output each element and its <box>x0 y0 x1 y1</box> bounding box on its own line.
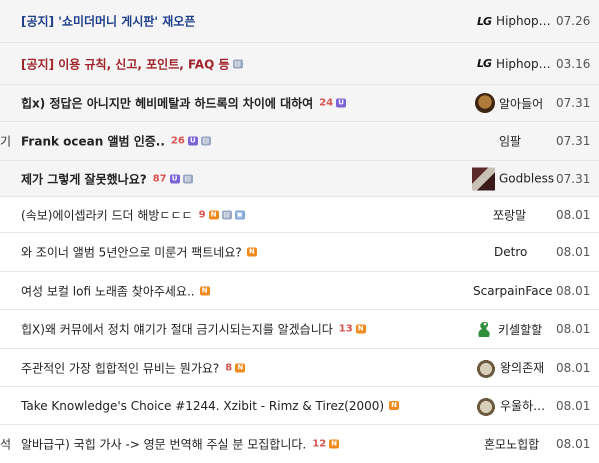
post-category: 기 <box>0 134 12 149</box>
author[interactable]: 임팔 <box>499 133 521 150</box>
post-row[interactable]: 힙X)왜 커뮤에서 정치 얘기가 절대 금기시되는지를 알겠습니다 13 N 키… <box>0 310 599 349</box>
comment-count[interactable]: 87 <box>153 173 167 184</box>
notice-row[interactable]: [공지] '쇼미더머니 게시판' 재오픈 LG Hiphop… 07.26 <box>0 0 599 43</box>
post-date: 08.01 <box>556 437 591 451</box>
file-attachment-icon: ▤ <box>232 59 243 68</box>
new-badge-icon: N <box>208 210 219 219</box>
lg-logo-icon: LG <box>477 14 492 28</box>
post-title[interactable]: 알바급구) 국힙 가사 -> 영문 번역해 주실 분 모집합니다. 12 N <box>21 436 340 453</box>
post-date: 07.31 <box>556 134 591 148</box>
post-row[interactable]: (속보)에이셉라키 드더 해방ㄷㄷㄷ 9 N ▤ ▣ 쪼랑말 08.01 <box>0 197 599 233</box>
post-list: [공지] '쇼미더머니 게시판' 재오픈 LG Hiphop… 07.26 [공… <box>0 0 599 463</box>
lg-logo-icon: LG <box>477 57 492 70</box>
new-badge-icon: N <box>329 439 340 449</box>
post-date: 07.31 <box>556 96 591 110</box>
comment-count[interactable]: 8 <box>225 362 232 373</box>
post-row[interactable]: 석 알바급구) 국힙 가사 -> 영문 번역해 주실 분 모집합니다. 12 N… <box>0 425 599 463</box>
author-name[interactable]: 키셀할할 <box>498 321 542 338</box>
author[interactable]: 키셀할할 <box>474 319 542 339</box>
author-name[interactable]: Hiphop… <box>496 57 551 71</box>
post-date: 08.01 <box>556 283 591 298</box>
author[interactable]: 왕의존재 <box>476 357 544 378</box>
updated-badge-icon: U <box>169 174 180 183</box>
comment-count[interactable]: 24 <box>319 98 333 109</box>
notice-row[interactable]: [공지] 이용 규칙, 신고, 포인트, FAQ 등 ▤ LG Hiphop… … <box>0 43 599 85</box>
post-title[interactable]: 제가 그렇게 잘못했나요? 87 U ▤ <box>21 170 193 187</box>
author[interactable]: Godbless <box>472 167 554 190</box>
author-name[interactable]: 쪼랑말 <box>493 206 526 223</box>
post-category: 석 <box>0 437 12 452</box>
post-row[interactable]: 와 조이너 앨범 5년안으로 미룬거 팩트네요? N Detro 08.01 <box>0 233 599 272</box>
new-badge-icon: N <box>199 286 210 295</box>
author[interactable]: LG Hiphop… <box>477 14 551 28</box>
post-title[interactable]: (속보)에이셉라키 드더 해방ㄷㄷㄷ 9 N ▤ ▣ <box>21 206 245 223</box>
file-attachment-icon: ▤ <box>182 174 193 183</box>
author[interactable]: ScarpainFace <box>473 284 553 298</box>
comment-count[interactable]: 26 <box>171 136 185 147</box>
author[interactable]: 우울하… <box>476 395 545 416</box>
post-title[interactable]: 힙X)왜 커뮤에서 정치 얘기가 절대 금기시되는지를 알겠습니다 13 N <box>21 321 366 338</box>
author-name[interactable]: 알아들어 <box>499 95 543 112</box>
avatar <box>472 167 495 190</box>
post-title[interactable]: [공지] 이용 규칙, 신고, 포인트, FAQ 등 ▤ <box>21 55 243 72</box>
comment-count[interactable]: 12 <box>312 439 326 450</box>
post-title[interactable]: Frank ocean 앨범 인증.. 26 U ▤ <box>21 133 211 150</box>
author-name[interactable]: 우울하… <box>500 397 545 414</box>
author-name[interactable]: 왕의존재 <box>500 359 544 376</box>
post-row[interactable]: Take Knowledge's Choice #1244. Xzibit - … <box>0 387 599 425</box>
post-title[interactable]: 힙x) 정답은 아니지만 헤비메탈과 하드록의 차이에 대하여 24 U <box>21 95 347 112</box>
post-row[interactable]: 제가 그렇게 잘못했나요? 87 U ▤ Godbless 07.31 <box>0 161 599 197</box>
author[interactable]: LG Hiphop… <box>477 57 551 71</box>
post-row[interactable]: 여성 보컬 lofi 노래좀 찾아주세요.. N ScarpainFace 08… <box>0 272 599 310</box>
post-date: 03.16 <box>556 56 591 71</box>
post-date: 08.01 <box>556 245 591 259</box>
new-badge-icon: N <box>355 324 366 334</box>
updated-badge-icon: U <box>336 98 347 108</box>
post-date: 08.01 <box>556 207 591 222</box>
avatar <box>476 395 496 416</box>
updated-badge-icon: U <box>187 136 198 146</box>
post-title[interactable]: 여성 보컬 lofi 노래좀 찾아주세요.. N <box>21 282 210 299</box>
new-badge-icon: N <box>246 247 257 257</box>
author-name[interactable]: 혼모노힙합 <box>484 436 539 453</box>
avatar <box>476 357 496 378</box>
post-row[interactable]: 기 Frank ocean 앨범 인증.. 26 U ▤ 임팔 07.31 <box>0 122 599 161</box>
post-title[interactable]: Take Knowledge's Choice #1244. Xzibit - … <box>21 399 400 413</box>
image-attachment-icon: ▣ <box>234 210 245 219</box>
post-title[interactable]: [공지] '쇼미더머니 게시판' 재오픈 <box>21 13 195 30</box>
author[interactable]: 쪼랑말 <box>493 206 526 223</box>
comment-count[interactable]: 9 <box>199 209 206 220</box>
comment-count[interactable]: 13 <box>339 324 353 335</box>
avatar <box>475 93 495 113</box>
author-name[interactable]: Hiphop… <box>496 14 551 28</box>
post-row[interactable]: 힙x) 정답은 아니지만 헤비메탈과 하드록의 차이에 대하여 24 U 알아들… <box>0 85 599 122</box>
new-badge-icon: N <box>389 401 400 410</box>
post-title[interactable]: 주관적인 가장 힙합적인 뮤비는 뭔가요? 8 N <box>21 359 246 376</box>
author[interactable]: Detro <box>494 245 527 259</box>
author[interactable]: 알아들어 <box>475 93 543 113</box>
author-name[interactable]: 임팔 <box>499 133 521 150</box>
post-title[interactable]: 와 조이너 앨범 5년안으로 미룬거 팩트네요? N <box>21 244 257 261</box>
author-name[interactable]: ScarpainFace <box>473 284 553 298</box>
author[interactable]: 혼모노힙합 <box>484 436 539 453</box>
file-attachment-icon: ▤ <box>200 136 211 146</box>
avatar <box>478 321 490 337</box>
post-date: 07.26 <box>556 14 591 28</box>
post-date: 08.01 <box>556 322 591 336</box>
post-date: 08.01 <box>556 398 591 413</box>
post-row[interactable]: 주관적인 가장 힙합적인 뮤비는 뭔가요? 8 N 왕의존재 08.01 <box>0 349 599 387</box>
file-attachment-icon: ▤ <box>221 210 232 219</box>
author-name[interactable]: Detro <box>494 245 527 259</box>
new-badge-icon: N <box>235 363 246 372</box>
post-date: 08.01 <box>556 360 591 375</box>
post-date: 07.31 <box>556 171 591 186</box>
author-name[interactable]: Godbless <box>499 172 554 186</box>
